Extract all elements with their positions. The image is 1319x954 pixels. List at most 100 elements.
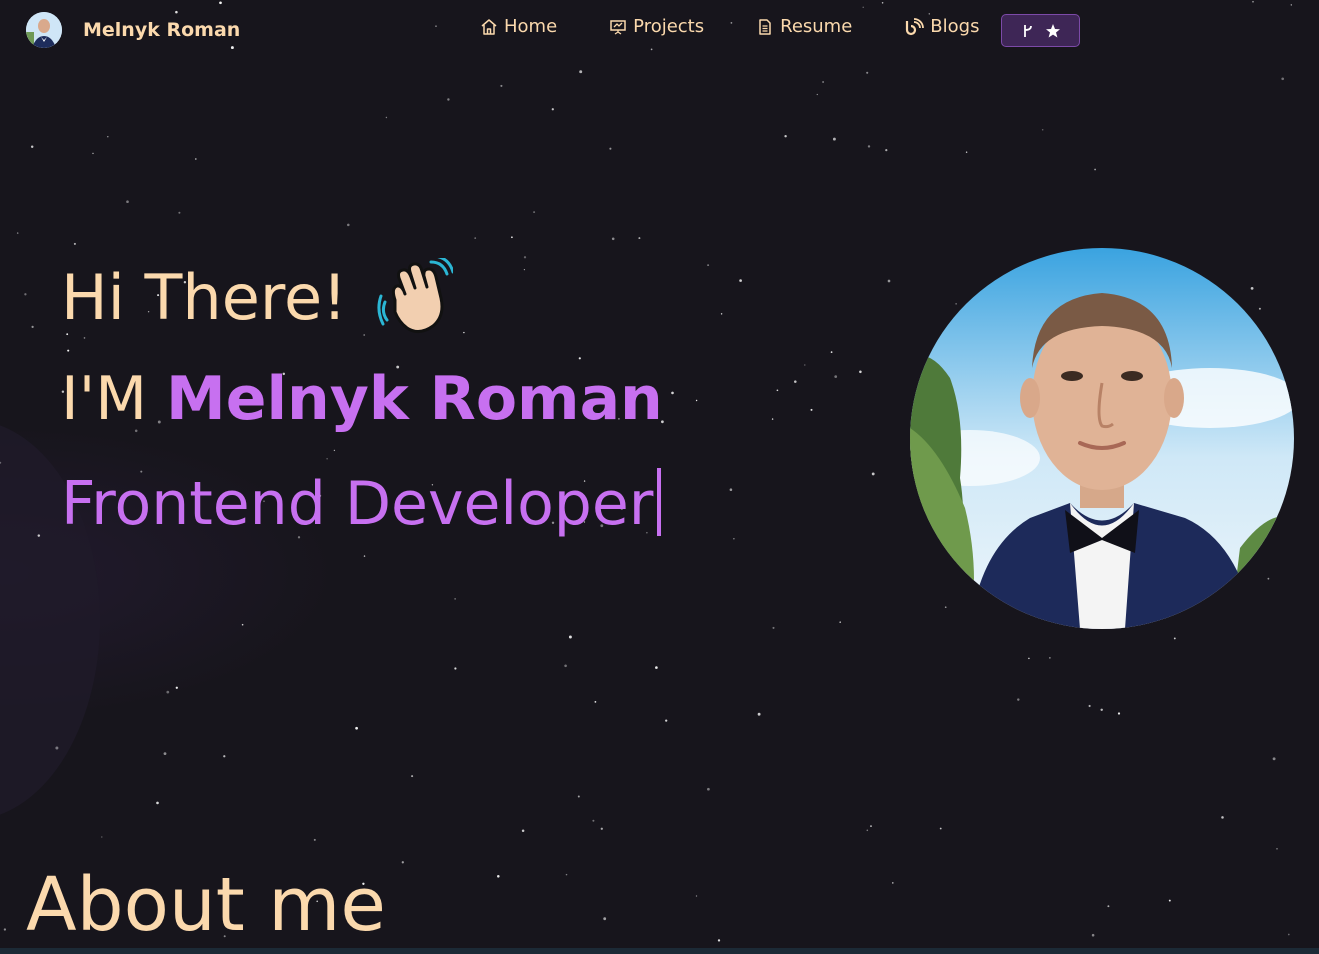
star: [1267, 577, 1270, 580]
star: [822, 81, 825, 83]
star: [717, 939, 721, 942]
star: [166, 690, 170, 694]
star: [1117, 712, 1121, 715]
star: [500, 84, 503, 87]
star: [178, 211, 181, 214]
star: [832, 137, 836, 141]
star: [839, 621, 841, 623]
star: [866, 71, 869, 74]
star: [866, 829, 869, 832]
star: [885, 149, 888, 152]
star: [1287, 933, 1290, 936]
star: [1017, 698, 1020, 701]
star: [707, 264, 710, 267]
star: [1094, 168, 1097, 171]
hero-role-typewriter: Frontend Developer: [61, 468, 662, 539]
role-text: Frontend Developer: [61, 469, 654, 539]
star: [551, 108, 554, 111]
star: [965, 151, 968, 153]
star: [784, 134, 787, 138]
navbar: Melnyk Roman Home Projects Resume Blogs: [0, 0, 1319, 62]
star: [401, 861, 404, 864]
star: [671, 391, 674, 395]
star: [776, 389, 779, 392]
star: [565, 873, 568, 876]
star: [1107, 905, 1110, 908]
star: [30, 145, 34, 148]
star: [533, 211, 536, 214]
star: [313, 838, 316, 841]
star: [326, 458, 328, 460]
star: [0, 461, 2, 464]
star: [810, 408, 813, 411]
star: [126, 200, 129, 204]
star: [1028, 657, 1030, 660]
star: [333, 449, 336, 452]
star: [83, 337, 86, 339]
hero-name: Melnyk Roman: [166, 364, 663, 434]
star: [1091, 933, 1095, 937]
star: [816, 93, 818, 96]
star: [577, 795, 580, 798]
star: [1250, 287, 1254, 290]
star: [463, 331, 465, 334]
page: Melnyk Roman Home Projects Resume Blogs …: [0, 0, 1319, 954]
star: [363, 555, 366, 557]
nav-item-label: Projects: [633, 16, 705, 37]
nav-item-label: Blogs: [930, 16, 980, 37]
waving-hand-icon: [377, 258, 453, 333]
star: [771, 418, 774, 420]
blog-icon: [906, 17, 925, 35]
star: [834, 375, 838, 378]
star: [600, 827, 603, 830]
star: [67, 349, 70, 352]
star: [579, 70, 583, 74]
star: [1088, 704, 1091, 708]
brand-avatar: [26, 12, 62, 48]
star: [37, 534, 41, 537]
star: [411, 775, 414, 778]
nav-item-projects[interactable]: Projects: [609, 16, 704, 37]
star: [757, 712, 761, 716]
star: [939, 827, 942, 830]
star: [241, 623, 244, 626]
brand[interactable]: Melnyk Roman: [26, 12, 240, 48]
star: [497, 875, 500, 878]
github-fork-star-button[interactable]: [1001, 14, 1080, 47]
document-icon: [759, 18, 771, 35]
about-me-heading: About me: [26, 862, 386, 948]
star: [156, 801, 159, 805]
brand-name: Melnyk Roman: [83, 19, 241, 41]
nav-item-resume[interactable]: Resume: [756, 16, 852, 37]
star: [638, 237, 641, 240]
star: [55, 746, 59, 750]
typing-caret: [657, 468, 662, 536]
star-icon: [1045, 23, 1060, 37]
nav-menu: Home Projects Resume Blogs: [480, 16, 1031, 37]
star: [887, 279, 891, 283]
star: [568, 635, 572, 639]
star: [523, 269, 526, 271]
star: [594, 701, 597, 703]
star: [194, 158, 197, 160]
nav-item-label: Resume: [780, 16, 853, 37]
star: [454, 667, 457, 670]
star: [223, 755, 226, 758]
star: [1100, 708, 1103, 712]
star: [523, 256, 527, 259]
star: [31, 325, 34, 329]
star: [739, 279, 742, 282]
hero-greeting: Hi There!: [61, 258, 453, 336]
nav-item-blogs[interactable]: Blogs: [904, 16, 979, 37]
star: [175, 686, 178, 689]
star: [609, 147, 612, 150]
star: [870, 825, 872, 827]
star: [1168, 899, 1171, 902]
star: [385, 116, 388, 119]
intro-prefix: I'M: [61, 364, 147, 434]
star: [3, 928, 7, 931]
star: [347, 223, 350, 227]
star: [1041, 129, 1044, 131]
nav-item-home[interactable]: Home: [480, 16, 557, 37]
star: [729, 488, 733, 491]
